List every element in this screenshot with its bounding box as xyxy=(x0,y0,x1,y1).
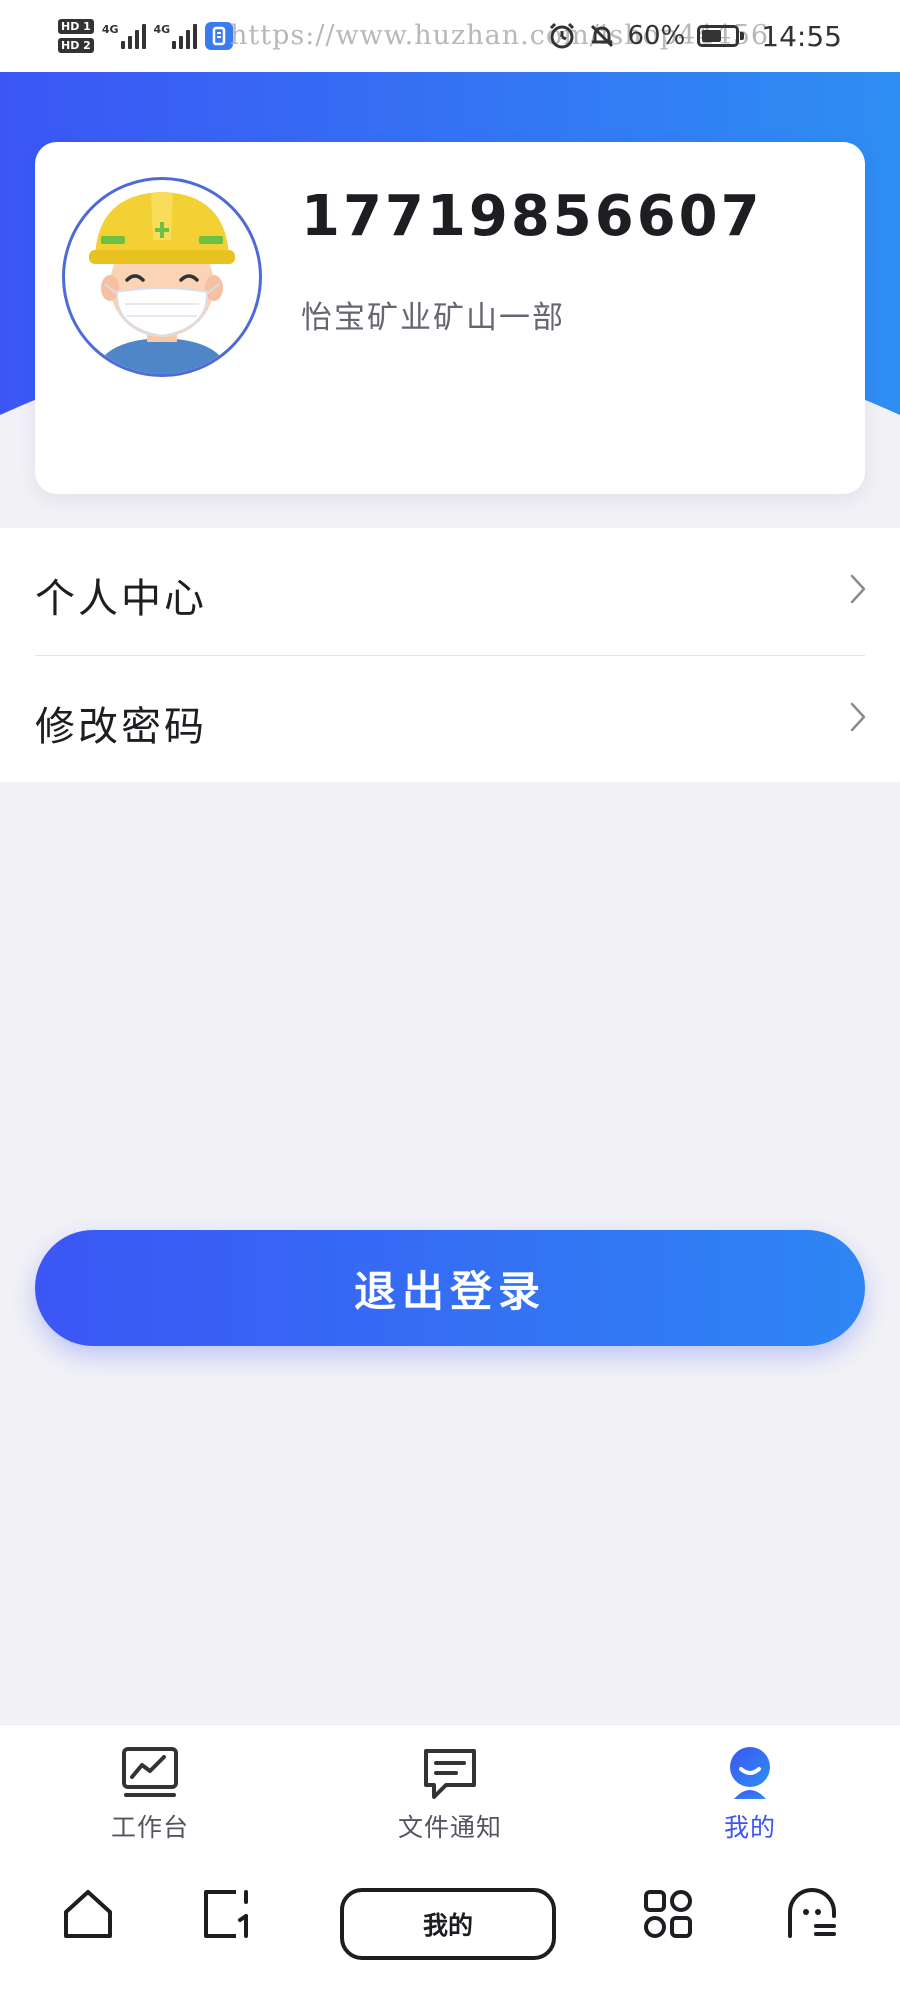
tab-mine[interactable]: 我的 xyxy=(600,1725,900,1849)
profile-card: 17719856607 怡宝矿业矿山一部 xyxy=(35,142,865,494)
clock-time: 14:55 xyxy=(761,19,842,53)
settings-menu: 个人中心 修改密码 xyxy=(0,528,900,782)
network-type-1: 4G xyxy=(101,23,119,36)
logout-button[interactable]: 退出登录 xyxy=(35,1230,865,1346)
system-navigation-bar: 我的 xyxy=(0,1848,900,2000)
user-organization: 怡宝矿业矿山一部 xyxy=(301,300,565,336)
home-icon[interactable] xyxy=(60,1886,116,1942)
signal-bars-2 xyxy=(172,23,198,49)
battery-percent: 60% xyxy=(627,21,686,51)
alarm-icon xyxy=(548,22,576,50)
assistant-icon[interactable] xyxy=(784,1886,840,1942)
tab-label: 文件通知 xyxy=(397,1813,502,1842)
app-notification-icon xyxy=(205,22,234,50)
mute-bell-icon xyxy=(588,22,616,50)
user-phone-number: 17719856607 xyxy=(301,184,763,249)
sim-indicators: HD 1 HD 2 xyxy=(58,19,94,53)
grid-apps-icon[interactable] xyxy=(640,1886,696,1942)
worker-helmet-mask-avatar[interactable] xyxy=(62,177,262,377)
user-icon xyxy=(720,1743,780,1803)
menu-item-label: 个人中心 xyxy=(35,576,207,622)
tab-label: 我的 xyxy=(723,1813,776,1842)
status-right-group: 60% 14:55 xyxy=(548,12,842,60)
home-pill-button[interactable]: 我的 xyxy=(340,1888,556,1960)
bottom-tab-bar: 工作台 文件通知 我的 xyxy=(0,1724,900,1849)
sim2-hd-icon: HD 2 xyxy=(58,38,94,53)
signal-icon: 4G xyxy=(154,23,198,49)
signal-icon: 4G xyxy=(102,23,146,49)
network-type-2: 4G xyxy=(153,23,171,36)
status-bar: HD 1 HD 2 4G 4G https://www.huzhan.com/i… xyxy=(0,0,900,72)
tab-workbench[interactable]: 工作台 xyxy=(0,1725,300,1849)
message-icon xyxy=(420,1743,480,1803)
menu-item-label: 修改密码 xyxy=(35,704,207,750)
monitor-chart-icon xyxy=(120,1743,180,1803)
menu-item-change-password[interactable]: 修改密码 xyxy=(0,656,900,783)
tab-label: 工作台 xyxy=(110,1813,189,1842)
menu-item-personal-center[interactable]: 个人中心 xyxy=(0,528,900,655)
chevron-right-icon xyxy=(850,574,866,604)
chevron-right-icon xyxy=(850,702,866,732)
sim1-hd-icon: HD 1 xyxy=(58,19,94,34)
status-left-group: HD 1 HD 2 4G 4G xyxy=(58,12,234,60)
signal-bars-1 xyxy=(120,23,146,49)
battery-level-fill xyxy=(702,30,722,42)
recent-apps-icon[interactable] xyxy=(200,1886,256,1942)
battery-charging-icon xyxy=(697,25,745,47)
tab-file-notifications[interactable]: 文件通知 xyxy=(300,1725,600,1849)
